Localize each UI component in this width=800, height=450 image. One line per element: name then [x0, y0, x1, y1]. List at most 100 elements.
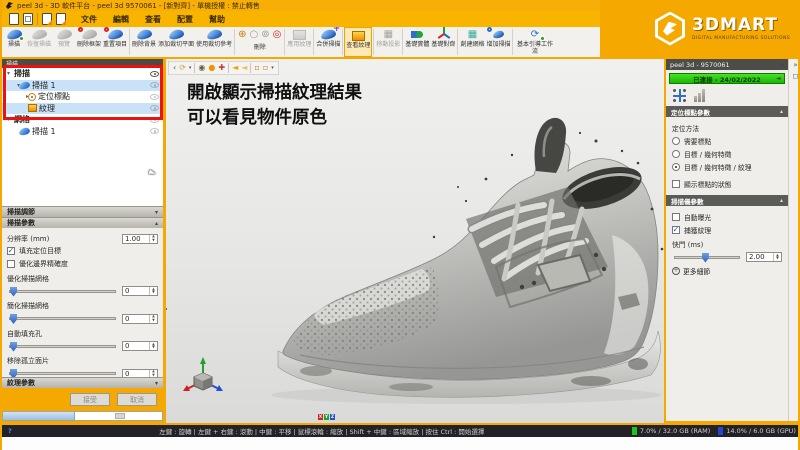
delete-background-button[interactable]: 刪除背景: [131, 27, 157, 57]
action-bar: 接受 取消: [2, 388, 163, 411]
tree-expander-icon[interactable]: ▾: [5, 70, 12, 77]
delete-scope-icon[interactable]: ◎: [273, 30, 282, 40]
use-clipping-reference-button[interactable]: 使用裁切參考: [195, 27, 233, 57]
import-icon[interactable]: [42, 13, 52, 25]
radio-targets-geometry-texture[interactable]: [672, 163, 680, 171]
tree-expander-icon[interactable]: ▸: [5, 93, 26, 100]
collapse-panel-icon[interactable]: ‹: [173, 64, 176, 72]
save-project-icon[interactable]: [23, 13, 33, 25]
shutter-slider[interactable]: [674, 256, 740, 259]
radio-targets-geometry[interactable]: [672, 150, 680, 158]
tree-item-scan1[interactable]: ▾ 掃描 1: [2, 80, 163, 92]
tree-group-scan[interactable]: ▾ 掃描: [2, 68, 163, 80]
positioning-params-header[interactable]: 定位標點參數 ▴: [666, 106, 788, 117]
merge-scans-button[interactable]: + 合併掃描: [315, 27, 341, 57]
accept-button[interactable]: 接受: [70, 393, 110, 406]
optimize-mesh-spinner[interactable]: 0 ▲▼: [122, 286, 158, 296]
selection-lasso-icon[interactable]: ▫: [263, 64, 268, 72]
tree-item-texture[interactable]: 紋理: [2, 103, 163, 115]
optimize-mesh-label: 優化掃描網格: [7, 274, 49, 284]
scanner-quick-icons: [666, 86, 788, 106]
tree-item-mesh-scan1[interactable]: 掃描 1: [2, 126, 163, 138]
merge-scans-icon: +: [317, 28, 339, 41]
scanner-params-header[interactable]: 掃描儀參數 ▴: [666, 195, 788, 206]
delete-targets-icon[interactable]: ⊕: [238, 30, 246, 40]
delete-circle-icon[interactable]: ○: [249, 30, 258, 40]
add-scan-button[interactable]: 增加掃描: [485, 27, 511, 57]
selection-box-icon[interactable]: ▫: [254, 64, 259, 72]
visibility-eye-icon[interactable]: [150, 94, 159, 100]
radio-targets-required[interactable]: [672, 137, 680, 145]
remove-isolated-patches-spinner[interactable]: 0 ▲▼: [122, 369, 158, 378]
3d-viewport[interactable]: ‹ ⟳ ▾ ◉ ● ✚ ◄ ◄ ▫ ▫ ▾ 開啟顯示掃描紋理結果 可以看見物件原…: [166, 59, 664, 423]
optimize-boundary-checkbox[interactable]: ✓: [7, 260, 15, 268]
dropdown-icon[interactable]: ▾: [271, 66, 274, 71]
textured-view-icon[interactable]: ●: [208, 64, 215, 72]
auto-fill-holes-spinner[interactable]: 0 ▲▼: [122, 341, 158, 351]
capture-texture-checkbox[interactable]: ✓: [672, 226, 680, 234]
view-texture-button[interactable]: 查看紋理: [344, 27, 372, 57]
delete-background-icon: [133, 28, 155, 41]
tree-group-mesh[interactable]: ▾ 網格: [2, 114, 163, 126]
menu-view[interactable]: 查看: [145, 14, 161, 25]
new-project-icon[interactable]: [9, 13, 19, 25]
auto-exposure-checkbox[interactable]: ✓: [672, 213, 680, 221]
delete-frames-button[interactable]: 刪除框架: [76, 27, 102, 57]
visibility-eye-icon[interactable]: [150, 117, 159, 123]
scan-button[interactable]: 掃描: [2, 27, 26, 57]
visibility-eye-icon[interactable]: [150, 82, 159, 88]
menu-help[interactable]: 幫助: [209, 14, 225, 25]
show-targets-status-checkbox[interactable]: ✓: [672, 180, 680, 188]
xyz-axis-legend: X Y Z: [318, 414, 335, 420]
visibility-eye-icon[interactable]: [150, 105, 159, 111]
menu-file[interactable]: 文件: [81, 14, 97, 25]
axes-toggle-icon[interactable]: ✚: [218, 64, 225, 72]
visibility-eye-icon[interactable]: [150, 128, 159, 134]
shutter-spinner[interactable]: 2.00 ▲▼: [746, 252, 782, 262]
simplify-mesh-slider[interactable]: [9, 317, 116, 320]
dropdown-icon[interactable]: ▾: [189, 66, 192, 71]
horizontal-scrollbar[interactable]: [2, 411, 163, 421]
export-icon[interactable]: [56, 13, 66, 25]
sensitivity-icon[interactable]: [694, 89, 705, 102]
prev-view-icon[interactable]: ◄: [232, 64, 238, 72]
rotate-view-icon[interactable]: ⟳: [179, 64, 186, 72]
delete-rings-icon[interactable]: ⊚: [261, 30, 269, 40]
cancel-button[interactable]: 取消: [117, 393, 157, 406]
shaded-view-icon[interactable]: ◉: [198, 64, 205, 72]
scrollbar-handle[interactable]: [3, 412, 75, 420]
create-mesh-button[interactable]: ▦ 創建網格: [459, 27, 485, 57]
add-clipping-plane-button[interactable]: 添加裁切平面: [157, 27, 195, 57]
menu-config[interactable]: 配置: [177, 14, 193, 25]
resolution-spinner[interactable]: 1.00 ▲▼: [122, 234, 158, 244]
remove-isolated-patches-slider[interactable]: [9, 372, 116, 375]
scan-adjust-header[interactable]: 掃描調節 ▾: [2, 206, 163, 217]
texture-params-header[interactable]: 紋理參數 ▾: [2, 377, 163, 388]
auto-fill-holes-slider[interactable]: [9, 345, 116, 348]
visibility-eye-icon[interactable]: [150, 71, 159, 77]
orientation-gizmo[interactable]: [182, 355, 224, 401]
next-view-icon[interactable]: ◄: [241, 64, 247, 72]
menu-edit[interactable]: 編輯: [113, 14, 129, 25]
remove-isolated-patches-label: 移除孤立面片: [7, 356, 49, 366]
panel-collapse-icon[interactable]: ▴: [156, 60, 159, 67]
calibration-icon[interactable]: [673, 89, 686, 102]
reset-project-button[interactable]: 重置項目: [102, 27, 128, 57]
simplify-mesh-spinner[interactable]: 0 ▲▼: [122, 314, 158, 324]
tree-item-targets[interactable]: ▸ 定位標點: [2, 91, 163, 103]
panel-float-icon[interactable]: ◻: [793, 72, 799, 80]
auto-fill-holes-label: 自動填充孔: [7, 329, 42, 339]
speaker-icon[interactable]: ◄: [776, 75, 784, 83]
tree-expander-icon[interactable]: ▾: [5, 82, 17, 89]
scan-params-header[interactable]: 掃描參數 ▴: [2, 217, 163, 228]
help-icon[interactable]: ?: [8, 427, 12, 435]
basic-solid-button[interactable]: 基礎實體: [404, 27, 430, 57]
panel-collapse-icon[interactable]: ▴: [781, 61, 784, 68]
more-details-link[interactable]: + 更多細節: [672, 266, 782, 276]
basic-alignment-button[interactable]: 基礎對齊: [430, 27, 456, 57]
tree-expander-icon[interactable]: ▾: [5, 116, 12, 123]
fill-targets-checkbox[interactable]: ✓: [7, 247, 15, 255]
guided-workflow-button[interactable]: ⟳ 基本引導工作流: [514, 27, 555, 57]
panel-menu-icon[interactable]: »: [793, 61, 797, 69]
optimize-mesh-slider[interactable]: [9, 290, 116, 293]
